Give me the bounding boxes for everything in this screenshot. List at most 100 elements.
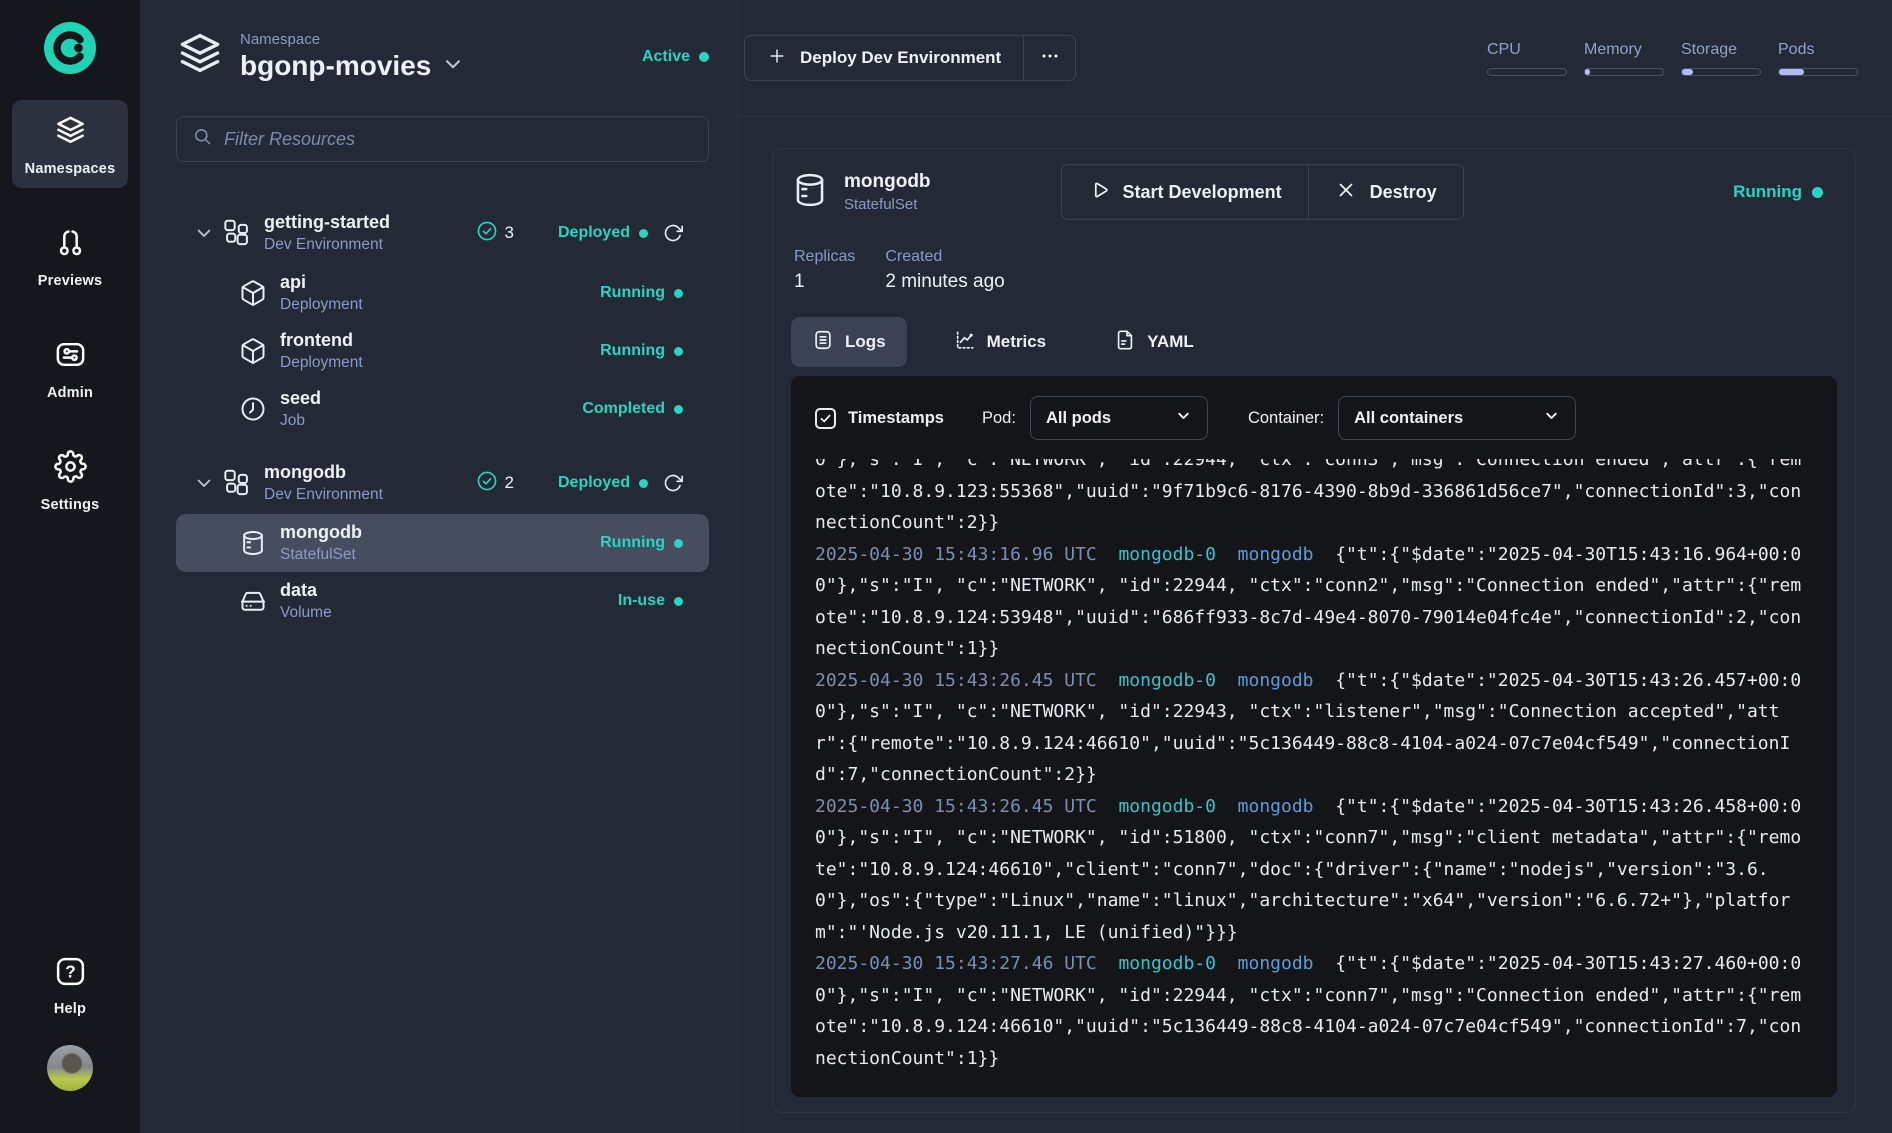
log-pod: mongodb-0 <box>1118 670 1237 691</box>
resource-row[interactable]: mongodb StatefulSet Running <box>176 514 709 572</box>
sidebar-item-settings[interactable]: Settings <box>12 436 128 524</box>
detail-area: mongodb StatefulSet Start Development De… <box>738 117 1892 1133</box>
log-timestamp: 2025-04-30 15:43:26.45 UTC <box>815 796 1118 817</box>
resource-row[interactable]: mongodb Dev Environment 2 Deployed <box>176 452 709 514</box>
log-line: 2025-04-30 15:43:27.46 UTC mongodb-0 mon… <box>815 948 1813 980</box>
timestamps-checkbox[interactable] <box>815 408 836 429</box>
resource-name: seed <box>280 388 321 410</box>
log-message: 0"},"s":"I", "c":"NETWORK", "id":22944, … <box>815 459 1801 470</box>
log-message: 0"},"s":"I", "c":"NETWORK", "id":22943, … <box>815 701 1780 722</box>
status-badge: Running <box>600 342 683 360</box>
status-text: Running <box>600 284 665 302</box>
sidebar-item-help[interactable]: ? Help <box>54 955 87 1017</box>
refresh-icon[interactable] <box>663 473 683 493</box>
status-badge: Deployed <box>558 474 648 492</box>
search-icon <box>193 127 212 151</box>
pod-select-value: All pods <box>1046 409 1111 428</box>
log-pod: mongodb-0 <box>1118 796 1237 817</box>
log-message: ote":"10.8.9.124:46610","uuid":"5c136449… <box>815 1016 1801 1037</box>
detail-meta: Replicas 1 Created 2 minutes ago <box>791 248 1837 293</box>
log-pod: mongodb-0 <box>1118 953 1237 974</box>
detail-resource-kind: StatefulSet <box>844 196 931 213</box>
resource-icon <box>239 587 267 615</box>
meter-bar <box>1778 68 1858 76</box>
log-message: 0"},"s":"I", "c":"NETWORK", "id":22944, … <box>815 575 1801 596</box>
svg-text:?: ? <box>65 962 76 982</box>
sidebar-item-label: Namespaces <box>25 161 116 177</box>
resource-row[interactable]: api Deployment Running <box>176 264 709 322</box>
log-line: 0"},"s":"I", "c":"NETWORK", "id":51800, … <box>815 822 1813 854</box>
sidebar-item-label: Admin <box>47 385 93 401</box>
metrics-icon <box>954 329 976 356</box>
refresh-icon[interactable] <box>663 223 683 243</box>
log-message: 0"},"s":"I", "c":"NETWORK", "id":51800, … <box>815 827 1801 848</box>
filter-resources-box <box>176 116 709 162</box>
log-message: d":7,"connectionCount":2}} <box>815 764 1097 785</box>
resource-name: data <box>280 580 332 602</box>
resource-icon <box>223 219 251 247</box>
pod-select[interactable]: All pods <box>1030 396 1208 440</box>
timestamps-label: Timestamps <box>848 409 944 428</box>
chevron-down-icon[interactable] <box>194 223 214 243</box>
tab-metrics[interactable]: Metrics <box>933 317 1068 367</box>
tab-logs[interactable]: Logs <box>791 317 907 367</box>
namespace-selector[interactable]: bgonp-movies <box>240 50 464 82</box>
sidebar: Namespaces Previews Admin Settings <box>0 0 141 1133</box>
log-line: 2025-04-30 15:43:16.96 UTC mongodb-0 mon… <box>815 539 1813 571</box>
namespace-layers-icon <box>176 30 224 83</box>
log-message: 0"},"s":"I", "c":"NETWORK", "id":22944, … <box>815 985 1801 1006</box>
resource-row[interactable]: data Volume In-use <box>176 572 709 630</box>
resource-name: getting-started <box>264 212 390 234</box>
log-message: {"t":{"$date":"2025-04-30T15:43:26.458+0… <box>1335 796 1801 817</box>
status-dot <box>674 597 683 606</box>
resource-row[interactable]: frontend Deployment Running <box>176 322 709 380</box>
resource-icon <box>239 279 267 307</box>
log-output[interactable]: 0"},"s":"I", "c":"NETWORK", "id":22944, … <box>815 459 1813 1097</box>
meter-bar <box>1584 68 1664 76</box>
created-value: 2 minutes ago <box>885 271 1004 293</box>
log-message: {"t":{"$date":"2025-04-30T15:43:26.457+0… <box>1335 670 1801 691</box>
resource-row[interactable]: seed Job Completed <box>176 380 709 438</box>
more-actions-button[interactable] <box>1023 36 1075 80</box>
sidebar-item-previews[interactable]: Previews <box>12 212 128 300</box>
status-dot <box>674 289 683 298</box>
check-circle-icon <box>476 470 498 497</box>
resource-name: frontend <box>280 330 363 352</box>
detail-actions: Start Development Destroy <box>1061 164 1464 220</box>
log-message: {"t":{"$date":"2025-04-30T15:43:16.964+0… <box>1335 544 1801 565</box>
okteto-logo-icon[interactable] <box>44 22 96 74</box>
chevron-down-icon[interactable] <box>194 473 214 493</box>
check-circle-icon <box>476 220 498 247</box>
log-message: nectionCount":1}} <box>815 638 999 659</box>
resource-icon <box>223 469 251 497</box>
resource-kind: Deployment <box>280 295 363 314</box>
log-timestamp: 2025-04-30 15:43:16.96 UTC <box>815 544 1118 565</box>
user-avatar[interactable] <box>47 1045 93 1091</box>
previews-icon <box>54 226 87 264</box>
status-badge: Completed <box>582 400 683 418</box>
sidebar-item-admin[interactable]: Admin <box>12 324 128 412</box>
resource-row[interactable]: getting-started Dev Environment 3 Deploy… <box>176 202 709 264</box>
tab-yaml[interactable]: YAML <box>1093 317 1215 367</box>
sidebar-item-namespaces[interactable]: Namespaces <box>12 100 128 188</box>
detail-resource-name: mongodb <box>844 171 931 193</box>
resource-detail-card: mongodb StatefulSet Start Development De… <box>772 148 1856 1113</box>
meter-bar <box>1681 68 1761 76</box>
log-line: ote":"10.8.9.124:46610","uuid":"5c136449… <box>815 1011 1813 1043</box>
destroy-button[interactable]: Destroy <box>1308 165 1463 219</box>
detail-tabs: Logs Metrics YAML <box>791 317 1837 367</box>
status-text: Completed <box>582 400 665 418</box>
status-text: Running <box>600 342 665 360</box>
deploy-dev-environment-button[interactable]: Deploy Dev Environment <box>745 36 1023 80</box>
sidebar-item-label: Previews <box>38 273 102 289</box>
namespace-label: Namespace <box>240 31 464 48</box>
resource-name: api <box>280 272 363 294</box>
container-select[interactable]: All containers <box>1338 396 1576 440</box>
topbar: Deploy Dev Environment CPU Memory Storag… <box>738 0 1892 117</box>
start-development-button[interactable]: Start Development <box>1062 165 1308 219</box>
filter-resources-input[interactable] <box>224 129 692 150</box>
created-meta: Created 2 minutes ago <box>885 248 1004 293</box>
status-text: In-use <box>618 592 665 610</box>
gear-icon <box>54 450 87 488</box>
status-text: Running <box>600 534 665 552</box>
